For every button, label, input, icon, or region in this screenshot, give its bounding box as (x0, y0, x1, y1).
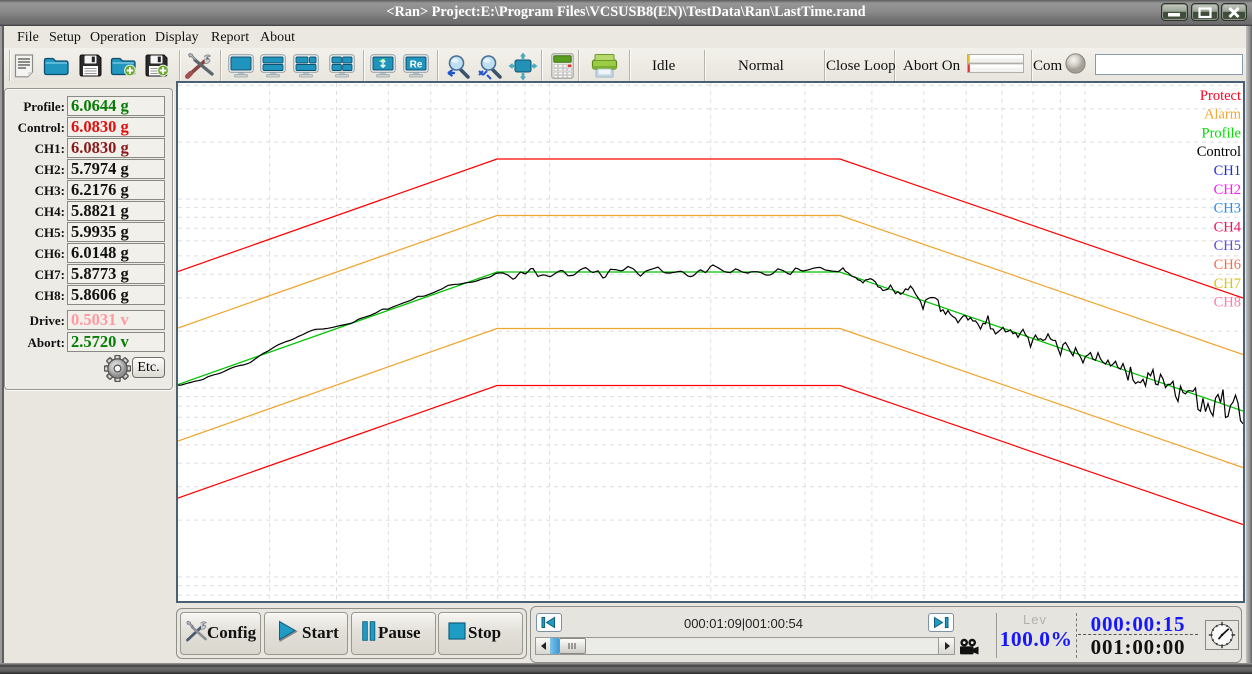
svg-text:CH7: CH7 (1214, 276, 1241, 292)
svg-text:CH2: CH2 (1214, 182, 1241, 198)
svg-text:Re: Re (410, 60, 423, 71)
svg-text:CH3: CH3 (1214, 201, 1241, 217)
svg-text:CH4: CH4 (1214, 219, 1242, 235)
svg-text:CH6: CH6 (1214, 257, 1241, 273)
svg-text:CH5: CH5 (1214, 238, 1241, 254)
svg-text:CH8: CH8 (1214, 295, 1241, 311)
svg-text:Alarm: Alarm (1204, 107, 1242, 123)
svg-text:Protect: Protect (1200, 88, 1241, 104)
svg-text:Profile: Profile (1202, 125, 1241, 141)
svg-text:Control: Control (1197, 144, 1241, 160)
svg-text:CH1: CH1 (1214, 163, 1241, 179)
